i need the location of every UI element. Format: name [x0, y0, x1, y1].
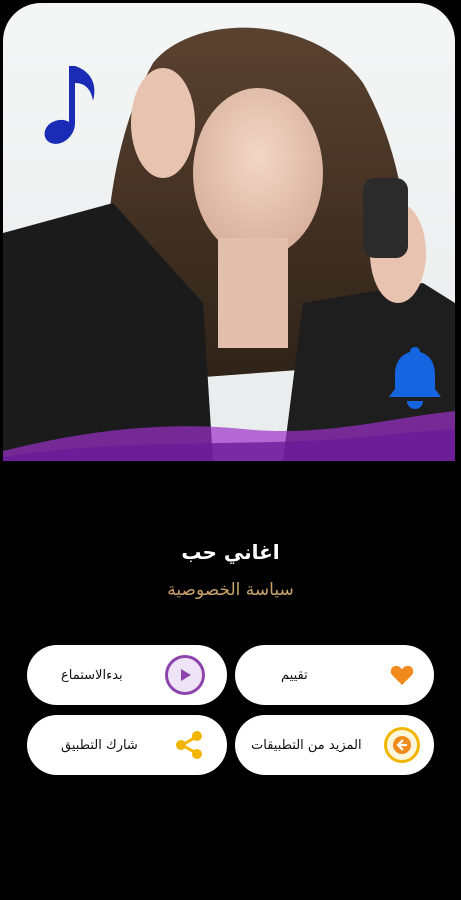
listen-label: بدءالاستماع — [61, 667, 123, 683]
share-button[interactable]: شارك التطبيق — [27, 715, 227, 775]
rate-button[interactable]: تقييم — [235, 645, 434, 705]
share-label: شارك التطبيق — [61, 737, 138, 753]
listen-button[interactable]: بدءالاستماع — [27, 645, 227, 705]
more-apps-button[interactable]: المزيد من التطبيقات — [235, 715, 434, 775]
privacy-policy-link[interactable]: سياسة الخصوصية — [0, 580, 461, 600]
more-apps-label: المزيد من التطبيقات — [251, 737, 362, 753]
share-icon — [173, 729, 205, 761]
app-title: اغاني حب — [181, 540, 280, 564]
music-note-icon — [44, 66, 95, 144]
purple-wave — [3, 411, 455, 461]
play-icon — [165, 655, 205, 695]
arrow-left-circle-icon — [384, 727, 420, 763]
hero-image — [3, 3, 455, 461]
heart-icon — [390, 664, 414, 686]
rate-label: تقييم — [281, 667, 308, 683]
